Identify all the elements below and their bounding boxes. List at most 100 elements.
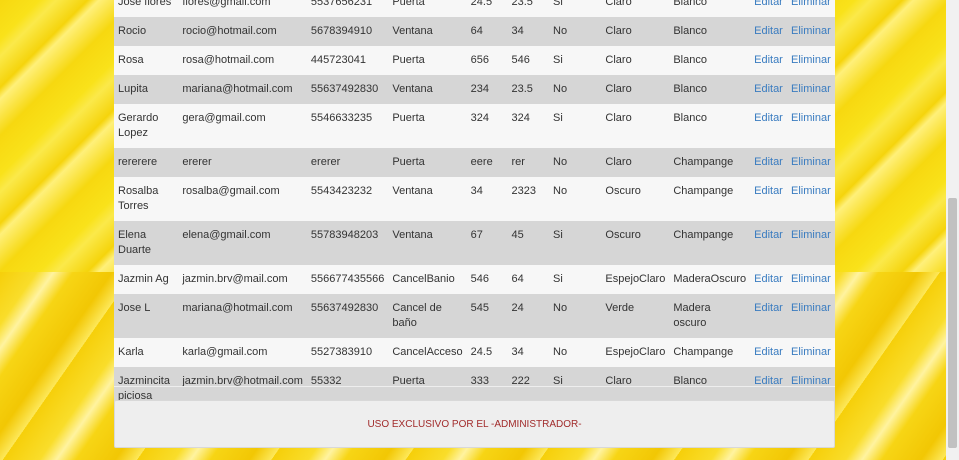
delete-link[interactable]: Eliminar	[791, 112, 831, 124]
delete-link[interactable]: Eliminar	[791, 156, 831, 168]
cell-h: 24	[507, 294, 550, 338]
cell-glass: EspejoClaro	[601, 265, 670, 294]
edit-cell: Editar	[750, 104, 788, 148]
delete-cell: Eliminar	[787, 338, 835, 367]
cell-color: Champange	[669, 177, 751, 221]
cell-product: CancelBanio	[388, 265, 467, 294]
delete-cell: Eliminar	[787, 17, 835, 46]
cell-name: Rosalba Torres	[114, 177, 179, 221]
delete-link[interactable]: Eliminar	[791, 346, 831, 358]
cell-h: 2323	[507, 177, 550, 221]
edit-link[interactable]: Editar	[754, 346, 783, 358]
cell-ins: No	[549, 75, 602, 104]
cell-h: 23.5	[507, 0, 550, 17]
edit-cell: Editar	[750, 221, 788, 265]
cell-color: MaderaOscuro	[669, 265, 751, 294]
cell-w: 546	[466, 265, 508, 294]
edit-cell: Editar	[750, 294, 788, 338]
edit-link[interactable]: Editar	[754, 302, 783, 314]
edit-link[interactable]: Editar	[754, 273, 783, 285]
edit-link[interactable]: Editar	[754, 112, 783, 124]
table-row: Rocio rocio@hotmail.com 5678394910 Ventana 6…	[114, 17, 835, 46]
delete-link[interactable]: Eliminar	[791, 0, 831, 8]
cell-email: gera@gmail.com	[178, 104, 307, 148]
delete-cell: Eliminar	[787, 0, 835, 17]
cell-h: 34	[507, 338, 550, 367]
cell-name: rererere	[114, 148, 179, 177]
cell-phone: 5543423232	[306, 177, 389, 221]
table-row: Gerardo Lopez gera@gmail.com 5546633235 Pue…	[114, 104, 835, 148]
edit-link[interactable]: Editar	[754, 25, 783, 37]
cell-glass: Claro	[601, 17, 670, 46]
edit-link[interactable]: Editar	[754, 185, 783, 197]
edit-cell: Editar	[750, 148, 788, 177]
cell-w: 656	[466, 46, 508, 75]
delete-link[interactable]: Eliminar	[791, 83, 831, 95]
cell-ins: No	[549, 177, 602, 221]
cell-phone: 5527383910	[306, 338, 389, 367]
cell-product: CancelAcceso	[388, 338, 467, 367]
cell-ins: No	[549, 17, 602, 46]
cell-w: 67	[466, 221, 508, 265]
cell-email: ererer	[178, 148, 307, 177]
edit-cell: Editar	[750, 0, 788, 17]
cell-w: 24.5	[466, 338, 508, 367]
cell-phone: 5678394910	[306, 17, 389, 46]
cell-name: Rosa	[114, 46, 179, 75]
delete-cell: Eliminar	[787, 177, 835, 221]
edit-link[interactable]: Editar	[754, 0, 783, 8]
cell-email: mariana@hotmail.com	[178, 294, 307, 338]
cell-email: mariana@hotmail.com	[178, 75, 307, 104]
cell-h: 23.5	[507, 75, 550, 104]
delete-link[interactable]: Eliminar	[791, 229, 831, 241]
cell-product: Cancel de baño	[388, 294, 467, 338]
delete-link[interactable]: Eliminar	[791, 302, 831, 314]
edit-link[interactable]: Editar	[754, 54, 783, 66]
orders-table-wrap: Jose flores flores@gmail.com 5537656231 Pue…	[114, 0, 835, 411]
edit-link[interactable]: Editar	[754, 83, 783, 95]
cell-color: Madera oscuro	[669, 294, 751, 338]
edit-link[interactable]: Editar	[754, 156, 783, 168]
delete-cell: Eliminar	[787, 265, 835, 294]
cell-name: Jazmin Ag	[114, 265, 179, 294]
table-row: Karla karla@gmail.com 5527383910 CancelAcce…	[114, 338, 835, 367]
cell-ins: No	[549, 148, 602, 177]
cell-email: karla@gmail.com	[178, 338, 307, 367]
delete-link[interactable]: Eliminar	[791, 273, 831, 285]
cell-product: Puerta	[388, 46, 467, 75]
cell-email: rosa@hotmail.com	[178, 46, 307, 75]
cell-product: Puerta	[388, 0, 467, 17]
delete-cell: Eliminar	[787, 294, 835, 338]
cell-ins: Si	[549, 46, 602, 75]
delete-cell: Eliminar	[787, 104, 835, 148]
delete-cell: Eliminar	[787, 221, 835, 265]
cell-w: 324	[466, 104, 508, 148]
cell-product: Ventana	[388, 221, 467, 265]
cell-w: 24.5	[466, 0, 508, 17]
cell-phone: 5537656231	[306, 0, 389, 17]
cell-glass: Claro	[601, 148, 670, 177]
cell-ins: No	[549, 294, 602, 338]
cell-h: 34	[507, 17, 550, 46]
delete-link[interactable]: Eliminar	[791, 185, 831, 197]
vertical-scrollbar[interactable]	[946, 0, 959, 460]
edit-link[interactable]: Editar	[754, 229, 783, 241]
cell-ins: Si	[549, 104, 602, 148]
cell-ins: Si	[549, 0, 602, 17]
cell-name: Jose flores	[114, 0, 179, 17]
cell-color: Blanco	[669, 104, 751, 148]
delete-link[interactable]: Eliminar	[791, 25, 831, 37]
cell-color: Blanco	[669, 75, 751, 104]
cell-w: eere	[466, 148, 508, 177]
cell-ins: Si	[549, 265, 602, 294]
cell-color: Champange	[669, 221, 751, 265]
cell-phone: 55637492830	[306, 294, 389, 338]
cell-color: Blanco	[669, 17, 751, 46]
cell-email: jazmin.brv@mail.com	[178, 265, 307, 294]
scrollbar-thumb[interactable]	[948, 198, 957, 448]
table-row: rererere ererer ererer Puerta eere rer No Claro…	[114, 148, 835, 177]
cell-h: 546	[507, 46, 550, 75]
edit-cell: Editar	[750, 75, 788, 104]
cell-w: 545	[466, 294, 508, 338]
delete-link[interactable]: Eliminar	[791, 54, 831, 66]
